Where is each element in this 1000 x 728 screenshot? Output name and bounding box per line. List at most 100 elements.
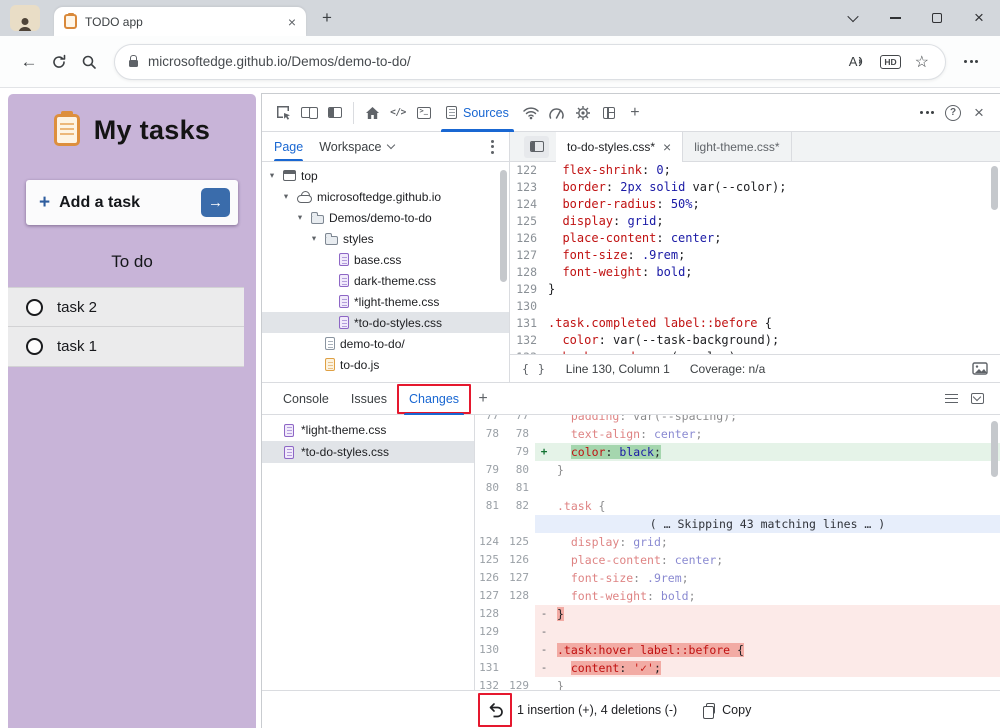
- navigator-more-icon[interactable]: [479, 134, 505, 160]
- code-text: color: var(--task-background);: [548, 332, 779, 349]
- diff-view[interactable]: 7777 padding: var(--spacing);7878 text-a…: [475, 415, 1000, 690]
- tree-item[interactable]: ▾microsoftedge.github.io: [262, 186, 509, 207]
- folder-icon: [311, 215, 324, 224]
- editor-tab[interactable]: light-theme.css*: [683, 132, 791, 162]
- read-aloud-button[interactable]: A: [849, 54, 867, 69]
- diff-code-text: [553, 479, 557, 497]
- image-icon[interactable]: [972, 362, 988, 375]
- diff-row: 7777 padding: var(--spacing);: [475, 415, 1000, 425]
- changes-file-item[interactable]: *light-theme.css: [262, 419, 474, 441]
- tree-item[interactable]: *light-theme.css: [262, 291, 509, 312]
- window-close-button[interactable]: ×: [958, 0, 1000, 36]
- devtools-panel: </> Sources + ? × P: [261, 93, 1000, 728]
- new-tab-button[interactable]: +: [314, 5, 340, 31]
- add-drawer-tab-icon[interactable]: +: [470, 386, 496, 412]
- back-button[interactable]: ←: [14, 47, 44, 77]
- diff-skip-text: ( … Skipping 43 matching lines … ): [650, 515, 885, 533]
- tree-item[interactable]: to-do.js: [262, 354, 509, 375]
- code-line: 123 border: 2px solid var(--color);: [510, 179, 1000, 196]
- console-panel-icon[interactable]: [411, 100, 437, 126]
- more-tools-plus-icon[interactable]: +: [622, 100, 648, 126]
- tree-item[interactable]: ▾top: [262, 165, 509, 186]
- inspect-element-icon[interactable]: [270, 100, 296, 126]
- task-item[interactable]: task 2: [8, 287, 244, 327]
- diff-scrollbar[interactable]: [991, 417, 999, 477]
- code-editor[interactable]: 122 flex-shrink: 0;123 border: 2px solid…: [510, 162, 1000, 354]
- diff-old-line-number: 78: [475, 425, 505, 443]
- navigator-tab-workspace[interactable]: Workspace: [319, 132, 393, 161]
- revert-all-changes-button[interactable]: [482, 697, 508, 723]
- favorites-star-icon[interactable]: ☆: [915, 52, 929, 72]
- tree-item-label: *to-do-styles.css: [354, 316, 442, 330]
- network-icon[interactable]: [518, 100, 544, 126]
- devtools-close-icon[interactable]: ×: [966, 100, 992, 126]
- tree-item[interactable]: demo-to-do/: [262, 333, 509, 354]
- tree-item[interactable]: *to-do-styles.css: [262, 312, 509, 333]
- changes-file-label: *to-do-styles.css: [301, 445, 389, 459]
- drawer-toolbar-right: [938, 386, 990, 412]
- chevron-down-icon[interactable]: ▾: [280, 191, 292, 202]
- address-bar[interactable]: microsoftedge.github.io/Demos/demo-to-do…: [114, 44, 946, 80]
- console-sidebar-icon[interactable]: [938, 386, 964, 412]
- editor-scrollbar[interactable]: [991, 164, 999, 210]
- copy-button[interactable]: Copy: [702, 703, 751, 717]
- tree-item[interactable]: dark-theme.css: [262, 270, 509, 291]
- tree-item[interactable]: ▾styles: [262, 228, 509, 249]
- minimize-button[interactable]: [874, 0, 916, 36]
- task-item[interactable]: task 1: [8, 327, 244, 367]
- refresh-button[interactable]: [44, 47, 74, 77]
- editor-tab[interactable]: to-do-styles.css*×: [556, 132, 683, 162]
- tab-close-icon[interactable]: ×: [288, 15, 296, 29]
- help-icon[interactable]: ?: [940, 100, 966, 126]
- profile-button[interactable]: [10, 5, 40, 31]
- code-text: border-radius: 50%;: [548, 196, 700, 213]
- url-text[interactable]: microsoftedge.github.io/Demos/demo-to-do…: [148, 54, 849, 69]
- code-line: 125 display: grid;: [510, 213, 1000, 230]
- chevron-down-icon[interactable]: ▾: [266, 170, 278, 181]
- tree-item-label: dark-theme.css: [354, 274, 436, 288]
- tab-sources[interactable]: Sources: [437, 94, 518, 132]
- tree-item[interactable]: ▾Demos/demo-to-do: [262, 207, 509, 228]
- focus-mode-icon[interactable]: [322, 100, 348, 126]
- chevron-down-icon[interactable]: ▾: [308, 233, 320, 244]
- drawer-tab-strip: ConsoleIssuesChanges +: [262, 383, 1000, 415]
- device-emulation-icon[interactable]: [296, 100, 322, 126]
- code-area: 122 flex-shrink: 0;123 border: 2px solid…: [510, 162, 1000, 354]
- pretty-print-button[interactable]: { }: [522, 362, 546, 376]
- application-panel-icon[interactable]: [596, 100, 622, 126]
- hd-badge[interactable]: HD: [880, 55, 900, 69]
- navigator-scrollbar[interactable]: [500, 166, 508, 380]
- tab-menu-chevron-icon[interactable]: [832, 0, 874, 36]
- diff-code-text: place-content: center;: [553, 551, 723, 569]
- diff-old-line-number: 79: [475, 461, 505, 479]
- coverage-status: Coverage: n/a: [690, 362, 765, 376]
- changes-file-item[interactable]: *to-do-styles.css: [262, 441, 474, 463]
- task-checkbox[interactable]: [26, 299, 43, 316]
- browser-tab[interactable]: TODO app ×: [54, 7, 306, 36]
- navigator-toggle-button[interactable]: [524, 136, 549, 158]
- diff-code-text: }: [553, 677, 564, 690]
- tree-item[interactable]: base.css: [262, 249, 509, 270]
- drawer-tab-changes[interactable]: Changes: [398, 383, 470, 415]
- diff-marker: +: [535, 443, 553, 461]
- css-icon: [339, 274, 349, 287]
- close-icon[interactable]: ×: [663, 140, 671, 154]
- browser-menu-button[interactable]: [956, 47, 986, 77]
- search-button[interactable]: [74, 47, 104, 77]
- task-checkbox[interactable]: [26, 338, 43, 355]
- devtools-menu-icon[interactable]: [914, 100, 940, 126]
- submit-task-arrow-icon[interactable]: →: [201, 188, 230, 217]
- chevron-down-icon[interactable]: ▾: [294, 212, 306, 223]
- expand-drawer-icon[interactable]: [964, 386, 990, 412]
- drawer-tab-console[interactable]: Console: [272, 383, 340, 415]
- gear-icon[interactable]: [570, 100, 596, 126]
- maximize-button[interactable]: [916, 0, 958, 36]
- navigator-tab-page[interactable]: Page: [274, 132, 303, 161]
- page-icon: [325, 337, 335, 350]
- performance-icon[interactable]: [544, 100, 570, 126]
- drawer-tab-issues[interactable]: Issues: [340, 383, 398, 415]
- add-task-button[interactable]: + Add a task →: [26, 180, 238, 225]
- tab-favicon-icon: [64, 14, 77, 29]
- elements-panel-icon[interactable]: </>: [385, 100, 411, 126]
- welcome-home-icon[interactable]: [359, 100, 385, 126]
